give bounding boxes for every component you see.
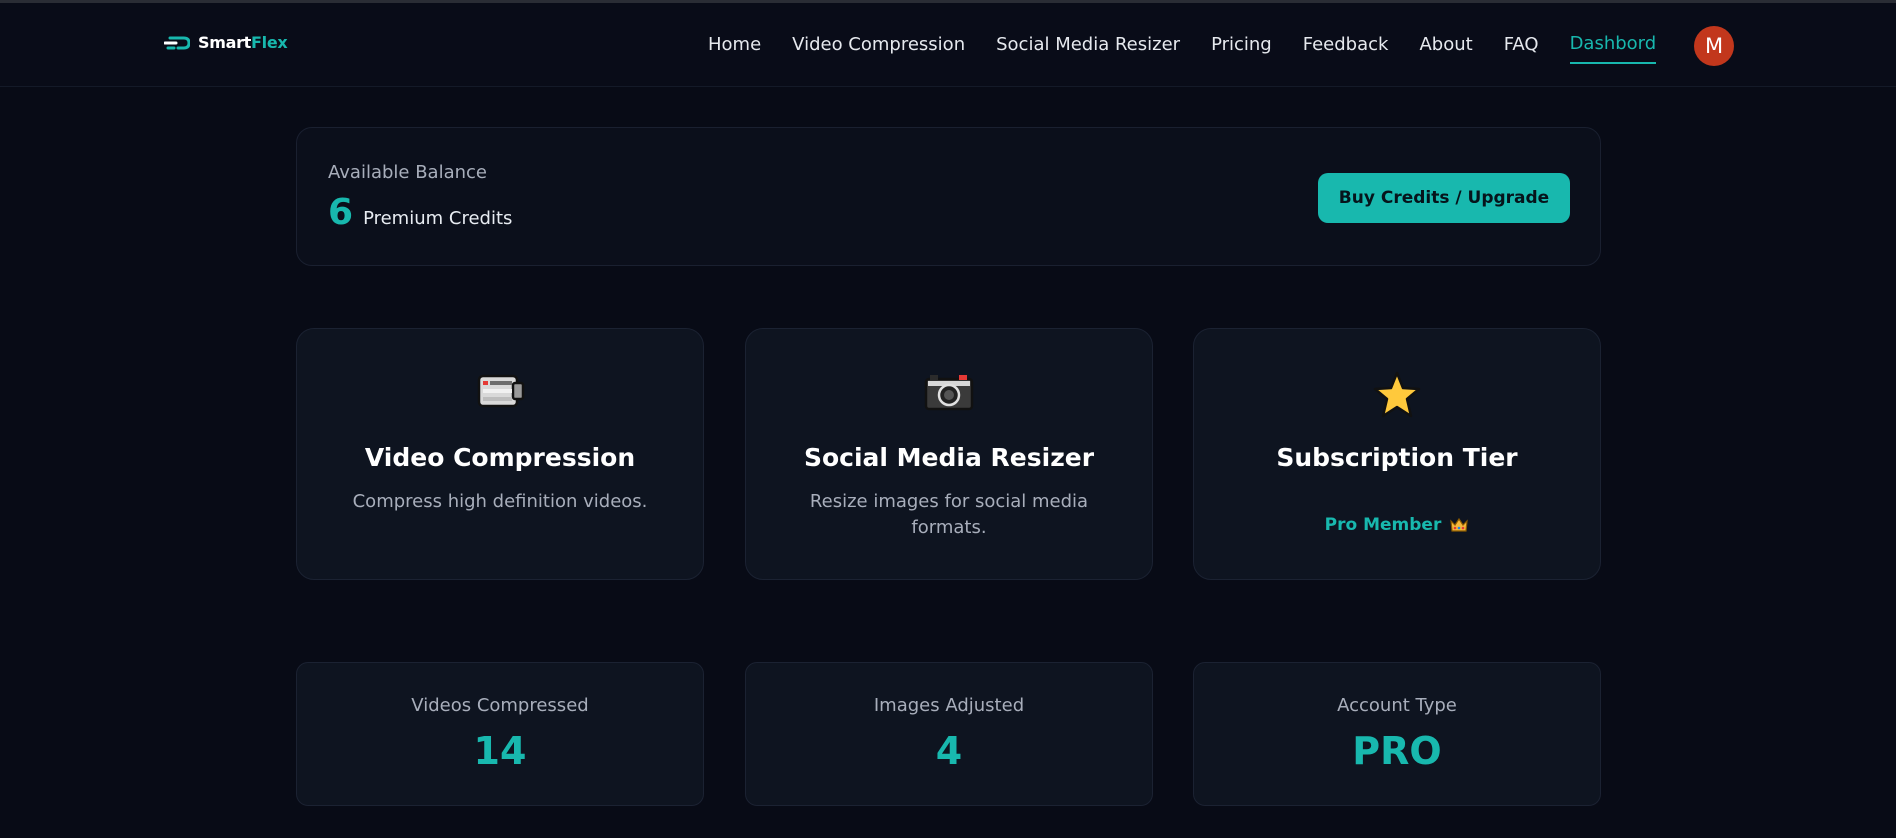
nav-link-about[interactable]: About [1419,34,1472,63]
camera-icon [924,375,974,411]
logo-mark-icon [164,36,190,49]
navbar: SmartFlex Home Video Compression Social … [0,3,1896,87]
tier-label: Pro Member [1324,515,1442,535]
subscription-tier-value: Pro Member [1194,515,1600,535]
stat-value: PRO [1352,729,1442,773]
balance-card: Available Balance 6 Premium Credits Buy … [296,127,1601,266]
balance-value: 6 [328,192,354,233]
stat-card-videos-compressed: Videos Compressed 14 [296,662,704,806]
nav-link-pricing[interactable]: Pricing [1211,34,1272,63]
feature-card-video-compression[interactable]: Video Compression Compress high definiti… [296,328,704,580]
brand-logo[interactable]: SmartFlex [164,33,288,52]
feature-title: Video Compression [364,443,636,472]
balance-label: Available Balance [328,162,487,183]
balance-unit: Premium Credits [363,208,513,229]
stat-card-images-adjusted: Images Adjusted 4 [745,662,1153,806]
nav-links: Home Video Compression Social Media Resi… [708,33,1687,64]
nav-link-social-media-resizer[interactable]: Social Media Resizer [996,34,1180,63]
stat-label: Videos Compressed [411,695,589,716]
feature-title: Social Media Resizer [803,443,1095,472]
buy-credits-button[interactable]: Buy Credits / Upgrade [1318,173,1570,223]
brand-name: SmartFlex [198,33,288,52]
stat-label: Account Type [1337,695,1457,716]
user-avatar[interactable]: M [1694,26,1734,66]
feature-card-subscription-tier[interactable]: Subscription Tier Pro Member [1193,328,1601,580]
star-icon [1373,371,1421,418]
crown-icon [1450,517,1469,532]
nav-link-dashboard[interactable]: Dashbord [1569,33,1657,64]
brand-name-part2: Flex [251,33,288,52]
feature-title: Subscription Tier [1276,443,1518,472]
nav-link-video-compression[interactable]: Video Compression [792,34,965,63]
brand-name-part1: Smart [198,33,252,52]
feature-description: Resize images for social media formats. [809,491,1089,538]
nav-link-feedback[interactable]: Feedback [1303,34,1389,63]
stat-value: 4 [935,729,963,773]
feature-description: Compress high definition videos. [352,491,648,512]
video-camera-icon [477,374,525,408]
nav-link-faq[interactable]: FAQ [1504,34,1539,63]
nav-link-home[interactable]: Home [708,34,761,63]
stat-value: 14 [473,729,527,773]
stat-card-account-type: Account Type PRO [1193,662,1601,806]
stat-label: Images Adjusted [873,695,1025,716]
feature-card-social-media-resizer[interactable]: Social Media Resizer Resize images for s… [745,328,1153,580]
balance-row: 6 Premium Credits [328,192,512,233]
